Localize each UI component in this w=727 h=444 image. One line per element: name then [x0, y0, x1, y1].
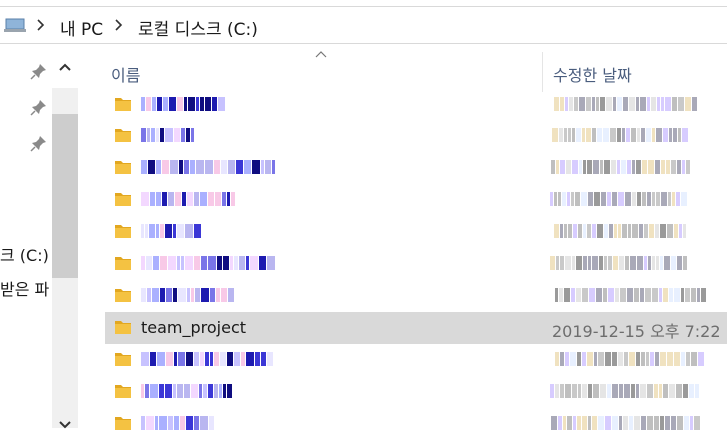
- file-row[interactable]: [105, 344, 727, 376]
- redacted-file-name: [141, 352, 274, 366]
- redacted-file-name: [141, 416, 215, 430]
- folder-icon: [115, 225, 131, 238]
- file-row[interactable]: [105, 184, 727, 216]
- redacted-file-date: [555, 352, 705, 366]
- folder-icon: [115, 353, 131, 366]
- redacted-file-date: [550, 256, 688, 270]
- redacted-file-date: [552, 128, 689, 142]
- file-list: team_project 2019-12-15 오후 7:22: [0, 0, 727, 444]
- file-row[interactable]: [105, 408, 727, 440]
- file-row[interactable]: [105, 89, 727, 121]
- file-row[interactable]: [105, 216, 727, 248]
- folder-icon: [115, 98, 131, 111]
- redacted-file-name: [141, 288, 235, 302]
- redacted-file-name: [141, 256, 276, 270]
- folder-icon: [115, 385, 131, 398]
- redacted-file-date: [550, 384, 700, 398]
- folder-icon: [115, 257, 131, 270]
- redacted-file-date: [551, 416, 701, 430]
- folder-icon: [115, 417, 131, 430]
- redacted-file-name: [141, 97, 226, 111]
- file-row[interactable]: [105, 248, 727, 280]
- file-row[interactable]: team_project 2019-12-15 오후 7:22: [105, 312, 727, 344]
- redacted-file-name: [141, 224, 202, 238]
- redacted-file-date: [554, 97, 698, 111]
- file-row[interactable]: [105, 280, 727, 312]
- file-name: team_project: [141, 318, 247, 337]
- redacted-file-name: [141, 384, 233, 398]
- folder-icon: [115, 129, 131, 142]
- redacted-file-date: [551, 160, 691, 174]
- folder-icon: [115, 321, 131, 334]
- redacted-file-name: [141, 192, 236, 206]
- redacted-file-date: [555, 288, 707, 302]
- folder-icon: [115, 289, 131, 302]
- file-row[interactable]: [105, 120, 727, 152]
- redacted-file-date: [554, 224, 687, 238]
- folder-icon: [115, 193, 131, 206]
- folder-icon: [115, 161, 131, 174]
- redacted-file-date: [550, 192, 688, 206]
- redacted-file-name: [141, 128, 195, 142]
- redacted-file-name: [141, 160, 276, 174]
- file-date-modified: 2019-12-15 오후 7:22: [552, 322, 721, 341]
- file-row[interactable]: [105, 376, 727, 408]
- file-row[interactable]: [105, 152, 727, 184]
